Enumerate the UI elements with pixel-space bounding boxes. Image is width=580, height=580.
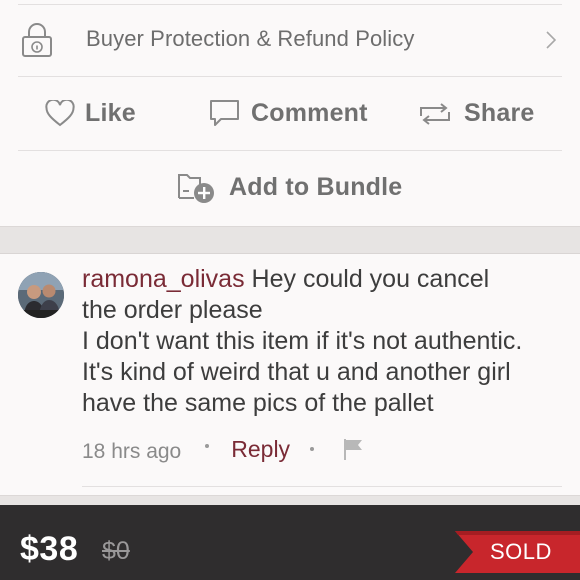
share-label: Share (464, 99, 535, 127)
reply-button[interactable]: Reply (231, 436, 290, 463)
buyer-protection-label: Buyer Protection & Refund Policy (86, 26, 415, 51)
comment-line: have the same pics of the pallet (82, 389, 434, 417)
original-price: $0 (102, 537, 130, 565)
comment-item: ramona_olivas Hey could you cancel the o… (0, 255, 580, 495)
buyer-protection-row[interactable]: Buyer Protection & Refund Policy (0, 0, 580, 76)
actions-row: Like Comment Share (0, 77, 580, 150)
speech-bubble-icon (210, 100, 239, 126)
heart-icon (45, 100, 75, 127)
divider (18, 4, 562, 5)
divider (82, 486, 562, 487)
separator-dot (310, 447, 315, 451)
separator-dot (205, 444, 210, 448)
flag-icon[interactable] (341, 437, 365, 461)
like-button[interactable]: Like (45, 77, 136, 150)
comment-line: I don't want this item if it's not authe… (82, 327, 523, 355)
comment-timestamp: 18 hrs ago (82, 440, 182, 463)
comment-button[interactable]: Comment (209, 77, 368, 150)
price: $38 (20, 530, 79, 568)
add-to-bundle-label: Add to Bundle (229, 173, 403, 201)
add-to-bundle-button[interactable]: Add to Bundle (176, 171, 402, 204)
avatar-image (18, 272, 64, 318)
section-separator (0, 226, 580, 254)
comment-username[interactable]: ramona_olivas (82, 265, 245, 293)
comment-line: the order please (82, 296, 263, 324)
bundle-add-icon (178, 174, 214, 203)
comment-text: ramona_olivas Hey could you cancel the o… (82, 264, 562, 419)
comment-meta: 18 hrs ago Reply (82, 436, 365, 467)
share-arrows-icon (420, 102, 450, 125)
chevron-right-icon (546, 31, 556, 49)
avatar[interactable] (18, 272, 64, 318)
section-separator (0, 495, 580, 505)
comment-line: It's kind of weird that u and another gi… (82, 358, 511, 386)
sold-badge: SOLD (455, 531, 580, 573)
comment-text-segment: Hey could you cancel (251, 265, 490, 293)
comment-label: Comment (251, 99, 368, 127)
price-bar: $38 $0 SOLD (0, 505, 580, 580)
sold-label: SOLD (490, 539, 552, 564)
bundle-row: Add to Bundle (0, 151, 580, 225)
share-button[interactable]: Share (417, 77, 534, 150)
lock-icon (22, 23, 52, 57)
like-label: Like (85, 99, 136, 127)
comment-line: ramona_olivas Hey could you cancel (82, 264, 562, 295)
